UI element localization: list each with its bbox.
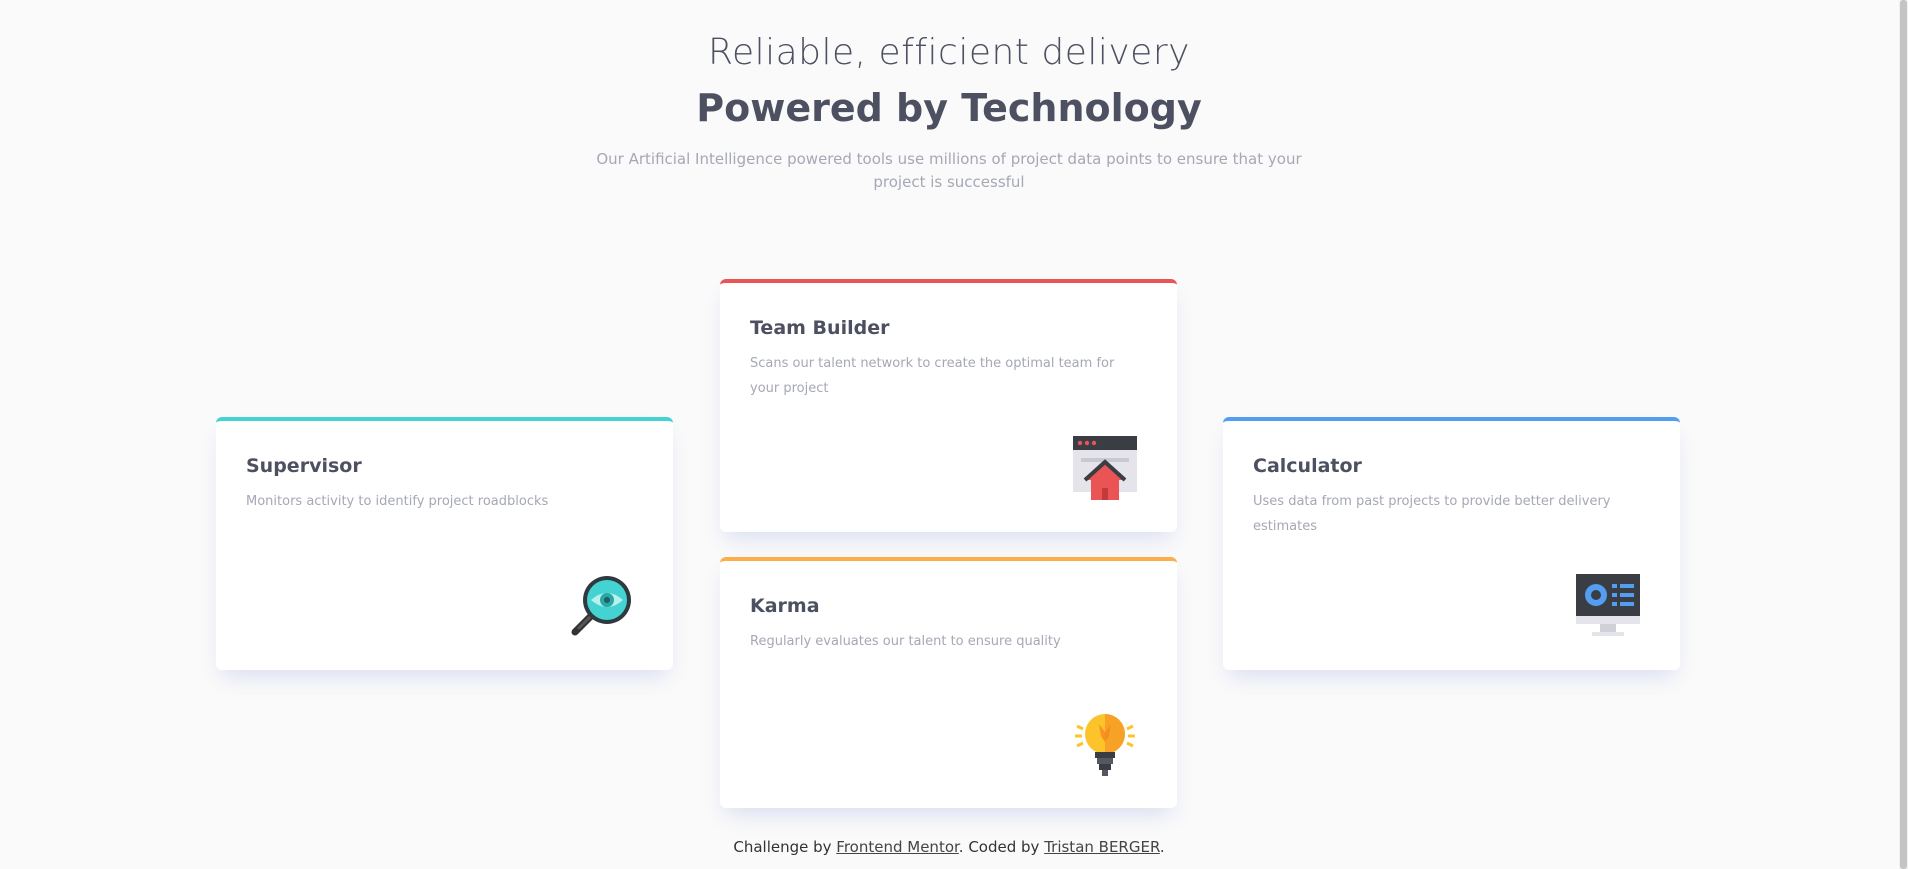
vertical-scrollbar[interactable]: [1899, 0, 1908, 869]
card-text: Uses data from past projects to provide …: [1253, 494, 1611, 534]
card-title: Team Builder: [750, 317, 890, 339]
magnifier-eye-icon: [571, 576, 631, 636]
footer-prefix: Challenge by: [733, 838, 837, 856]
browser-house-icon: [1073, 436, 1137, 500]
frontend-mentor-link[interactable]: Frontend Mentor: [836, 838, 959, 856]
card-title: Calculator: [1253, 455, 1362, 477]
monitor-chart-icon: [1576, 574, 1640, 636]
card-supervisor: Supervisor Monitors activity to identify…: [216, 417, 673, 670]
card-text: Monitors activity to identify project ro…: [246, 494, 549, 509]
card-team-builder: Team Builder Scans our talent network to…: [720, 279, 1177, 532]
card-title: Supervisor: [246, 455, 362, 477]
footer: Challenge by Frontend Mentor. Coded by T…: [0, 838, 1898, 856]
title-bold: Powered by Technology: [696, 86, 1202, 130]
header-description: Our Artificial Intelligence powered tool…: [596, 150, 1302, 191]
card-calculator: Calculator Uses data from past projects …: [1223, 417, 1680, 670]
card-title: Karma: [750, 595, 820, 617]
footer-suffix: .: [1159, 838, 1165, 856]
scrollbar-thumb[interactable]: [1900, 0, 1907, 869]
card-karma: Karma Regularly evaluates our talent to …: [720, 557, 1177, 808]
title-light: Reliable, efficient delivery: [708, 32, 1190, 73]
lightbulb-icon: [1075, 714, 1135, 776]
card-text: Scans our talent network to create the o…: [750, 356, 1115, 396]
footer-middle: . Coded by: [958, 838, 1045, 856]
card-text: Regularly evaluates our talent to ensure…: [750, 634, 1061, 649]
author-link[interactable]: Tristan BERGER: [1044, 838, 1160, 856]
